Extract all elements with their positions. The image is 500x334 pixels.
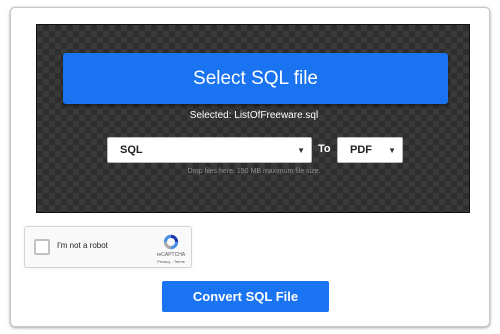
convert-button[interactable]: Convert SQL File — [162, 281, 329, 312]
to-format-select[interactable]: PDF ▼ — [337, 137, 403, 163]
from-format-value: SQL — [120, 144, 143, 156]
selected-file-text: Selected: ListOfFreeware.sql — [189, 110, 319, 121]
recaptcha-logo-icon — [163, 234, 179, 250]
recaptcha-label: I'm not a robot — [57, 241, 108, 250]
recaptcha-widget: I'm not a robot reCAPTCHA Privacy - Term… — [24, 226, 192, 268]
chevron-down-icon: ▼ — [388, 145, 396, 155]
from-format-select[interactable]: SQL ▼ — [107, 137, 312, 163]
recaptcha-privacy-terms-links[interactable]: Privacy - Terms — [149, 259, 193, 264]
file-drop-zone[interactable]: Select SQL file Selected: ListOfFreeware… — [36, 24, 470, 213]
chevron-down-icon: ▼ — [297, 145, 305, 155]
recaptcha-checkbox[interactable] — [34, 239, 50, 255]
to-label: To — [318, 143, 331, 155]
converter-panel: Select SQL file Selected: ListOfFreeware… — [10, 7, 490, 327]
drop-hint-text: Drop files here. 150 MB maximum file siz… — [187, 168, 321, 175]
recaptcha-brand: reCAPTCHA — [156, 252, 186, 258]
to-format-value: PDF — [350, 144, 372, 156]
select-file-button[interactable]: Select SQL file — [63, 53, 448, 104]
